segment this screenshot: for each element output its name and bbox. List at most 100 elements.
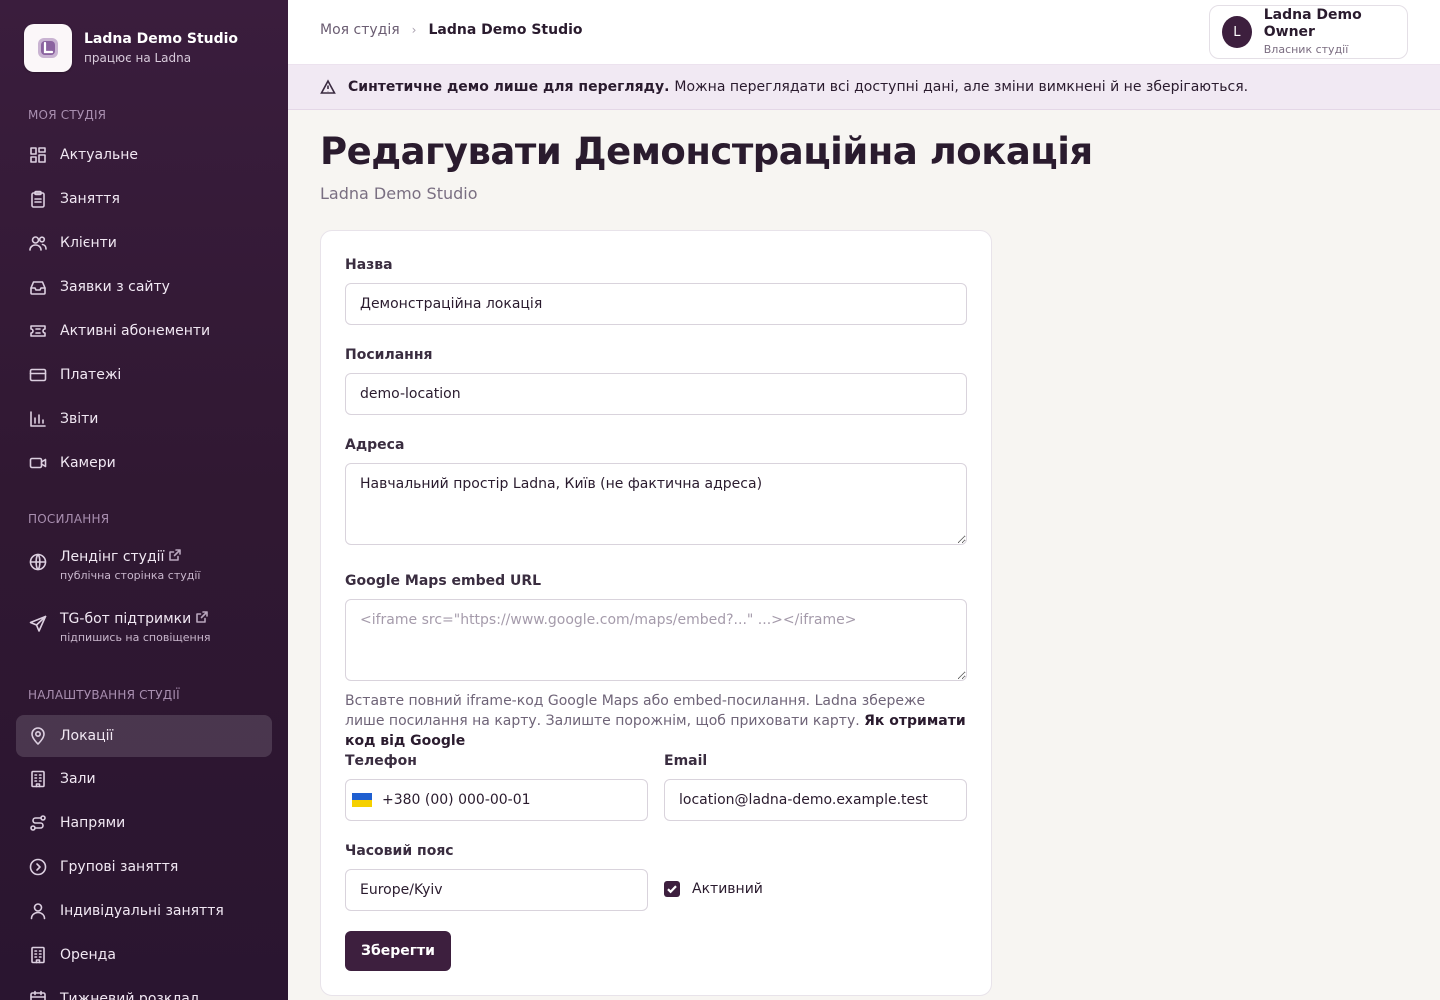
page-subtitle: Ladna Demo Studio xyxy=(320,184,478,203)
sidebar-item-halls[interactable]: Зали xyxy=(16,758,272,800)
page-title: Редагувати Демонстраційна локація xyxy=(320,130,1093,173)
sidebar-item-requests[interactable]: Заявки з сайту xyxy=(16,266,272,308)
sidebar-item-label: Групові заняття xyxy=(60,859,179,875)
address-label: Адреса xyxy=(345,437,405,453)
brand-sub: працює на Ladna xyxy=(84,51,192,65)
building-icon xyxy=(31,946,45,964)
sidebar-item-label: Напрями xyxy=(60,815,126,831)
sidebar-item-weekly-schedule[interactable]: Тижневий розклад xyxy=(16,978,272,1000)
maps-hint: Вставте повний iframe-код Google Maps аб… xyxy=(345,691,967,751)
inbox-icon xyxy=(30,281,46,295)
sidebar-item-dashboard[interactable]: Актуальне xyxy=(16,134,272,176)
slug-input[interactable] xyxy=(345,373,967,415)
banner-text: Можна переглядати всі доступні дані, але… xyxy=(674,79,1249,95)
sidebar-item-label: Заняття xyxy=(60,191,120,207)
sidebar-item-individual-classes[interactable]: Індивідуальні заняття xyxy=(16,890,272,932)
section-title-links: Посилання xyxy=(28,512,110,526)
location-form: Назва Посилання Адреса Навчальний прості… xyxy=(320,230,992,996)
sidebar-item-label: Зали xyxy=(60,771,96,787)
topbar: Моя студія › Ladna Demo Studio L Ladna D… xyxy=(288,0,1440,64)
section-title-settings: Налаштування студії xyxy=(28,688,180,702)
sidebar-item-label: Звіти xyxy=(60,411,99,427)
check-icon xyxy=(667,885,677,894)
sidebar-item-sublabel: публічна сторінка студії xyxy=(60,569,201,582)
sidebar-item-rent[interactable]: Оренда xyxy=(16,934,272,976)
phone-label: Телефон xyxy=(345,753,417,769)
breadcrumb: Моя студія › Ladna Demo Studio xyxy=(320,22,583,38)
brand-name: Ladna Demo Studio xyxy=(84,31,239,47)
globe-icon xyxy=(29,553,47,571)
credit-card-icon xyxy=(29,368,47,382)
external-link-icon xyxy=(191,610,209,628)
sidebar-item-sublabel: підпишись на сповіщення xyxy=(60,631,211,644)
sidebar-item-label: Оренда xyxy=(60,947,116,963)
active-checkbox[interactable] xyxy=(664,881,680,897)
clock-icon xyxy=(29,858,47,876)
user-role: Власник студії xyxy=(1263,43,1349,56)
user-name: Ladna Demo Owner xyxy=(1263,7,1362,40)
maps-hint-text: Вставте повний iframe-код Google Maps аб… xyxy=(345,693,926,729)
breadcrumb-current: Ladna Demo Studio xyxy=(428,22,583,38)
ticket-icon xyxy=(30,325,46,337)
timezone-input[interactable] xyxy=(345,869,648,911)
user-icon xyxy=(30,903,46,920)
sidebar-item-reports[interactable]: Звіти xyxy=(16,398,272,440)
brand-logo xyxy=(24,24,72,72)
sidebar-item-label: Платежі xyxy=(60,367,122,383)
sidebar-item-tg-bot[interactable]: TG-бот підтримки підпишись на сповіщення xyxy=(16,602,272,658)
sidebar-item-group-classes[interactable]: Групові заняття xyxy=(16,846,272,888)
avatar: L xyxy=(1222,16,1252,48)
sidebar-item-clients[interactable]: Клієнти xyxy=(16,222,272,264)
sidebar-item-locations[interactable]: Локації xyxy=(16,715,272,757)
building-icon xyxy=(31,770,45,788)
sidebar-item-label: Тижневий розклад xyxy=(60,991,200,1000)
video-icon xyxy=(29,457,47,469)
save-button[interactable]: Зберегти xyxy=(345,931,451,971)
name-label: Назва xyxy=(345,257,393,273)
route-icon xyxy=(30,815,46,831)
address-textarea[interactable]: Навчальний простір Ladna, Київ (не факти… xyxy=(345,463,967,545)
dashboard-icon xyxy=(30,147,46,163)
email-label: Email xyxy=(664,753,708,769)
sidebar-item-payments[interactable]: Платежі xyxy=(16,354,272,396)
slug-label: Посилання xyxy=(345,347,433,363)
send-icon xyxy=(29,615,47,632)
sidebar-item-directions[interactable]: Напрями xyxy=(16,802,272,844)
warning-icon xyxy=(320,79,336,94)
sidebar: Ladna Demo Studio працює на Ladna Моя ст… xyxy=(0,0,288,1000)
active-label: Активний xyxy=(692,881,763,897)
sidebar-item-subscriptions[interactable]: Активні абонементи xyxy=(16,310,272,352)
sidebar-item-landing[interactable]: Лендінг студії публічна сторінка студії xyxy=(16,540,272,596)
sidebar-item-label: Заявки з сайту xyxy=(60,279,170,295)
breadcrumb-parent[interactable]: Моя студія xyxy=(320,22,400,38)
timezone-label: Часовий пояс xyxy=(345,843,454,859)
chevron-right-icon: › xyxy=(411,23,417,37)
ukraine-flag-icon[interactable] xyxy=(352,793,372,807)
sidebar-item-label: Лендінг студії xyxy=(60,549,165,565)
sidebar-item-label: Клієнти xyxy=(60,235,117,251)
banner-bold: Синтетичне демо лише для перегляду. xyxy=(348,79,670,95)
clipboard-icon xyxy=(31,190,45,208)
demo-banner: Синтетичне демо лише для перегляду. Можн… xyxy=(288,64,1440,110)
email-input[interactable] xyxy=(664,779,967,821)
sidebar-item-label: TG-бот підтримки xyxy=(60,611,192,627)
map-pin-icon xyxy=(31,727,45,745)
external-link-icon xyxy=(164,548,182,566)
sidebar-item-label: Камери xyxy=(60,455,116,471)
users-icon xyxy=(29,236,47,251)
section-title-studio: Моя студія xyxy=(28,108,107,122)
sidebar-item-label: Локації xyxy=(60,728,114,744)
user-menu[interactable]: L Ladna Demo Owner Власник студії xyxy=(1209,5,1408,59)
maps-embed-textarea[interactable] xyxy=(345,599,967,681)
active-toggle[interactable]: Активний xyxy=(664,881,763,897)
sidebar-item-label: Активні абонементи xyxy=(60,323,211,339)
ladna-logo-icon xyxy=(38,38,58,58)
phone-input[interactable] xyxy=(382,792,632,808)
maps-label: Google Maps embed URL xyxy=(345,573,542,589)
sidebar-item-cameras[interactable]: Камери xyxy=(16,442,272,484)
phone-field[interactable] xyxy=(345,779,648,821)
brand[interactable]: Ladna Demo Studio працює на Ladna xyxy=(24,24,238,72)
sidebar-item-classes[interactable]: Заняття xyxy=(16,178,272,220)
name-input[interactable] xyxy=(345,283,967,325)
sidebar-item-label: Актуальне xyxy=(60,147,139,163)
